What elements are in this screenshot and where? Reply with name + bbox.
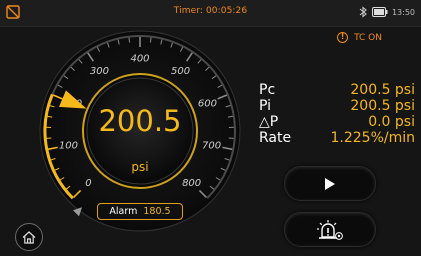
reading-value: 1.225%/min — [330, 130, 416, 146]
reading-row-pc: Pc 200.5 psi — [259, 82, 419, 98]
alarm-light-icon — [317, 219, 343, 240]
play-button[interactable] — [284, 166, 376, 201]
reading-label: Rate — [259, 130, 292, 146]
clock-text: 13:50 — [391, 7, 415, 17]
tick-label: 700 — [202, 141, 221, 152]
minor-tick — [128, 37, 131, 43]
gauge-unit: psi — [131, 160, 149, 174]
warning-circle-icon: ! — [337, 32, 349, 43]
status-icons: 13:50 — [359, 5, 415, 19]
tick-label: 800 — [182, 178, 201, 189]
reading-label: Pc — [259, 82, 276, 98]
reading-label: △P — [259, 114, 279, 130]
battery-icon — [371, 7, 388, 17]
alarm-label: Alarm — [109, 206, 138, 217]
tc-on-indicator: ! TC ON — [337, 32, 382, 43]
tc-on-label: TC ON — [354, 32, 382, 43]
reading-row-delta-p: △P 0.0 psi — [259, 114, 419, 130]
tick-label: 400 — [130, 54, 149, 65]
readings-panel: Pc 200.5 psi Pi 200.5 psi △P 0.0 psi Rat… — [259, 82, 419, 146]
reading-value: 200.5 psi — [350, 82, 415, 98]
bluetooth-icon — [359, 6, 367, 18]
alarm-value: 180.5 — [143, 206, 171, 217]
tick-label: 0 — [85, 178, 91, 189]
tick-label: 500 — [171, 66, 190, 77]
gauge-value: 200.5 — [98, 104, 182, 138]
reading-label: Pi — [259, 98, 272, 114]
tick-label: 300 — [90, 66, 109, 77]
home-button[interactable] — [15, 223, 43, 251]
reading-value: 0.0 psi — [368, 114, 415, 130]
reading-value: 200.5 psi — [350, 98, 415, 114]
minor-tick — [149, 37, 152, 43]
reading-row-rate: Rate 1.225%/min — [259, 130, 419, 146]
alarm-light-button[interactable] — [284, 212, 376, 247]
tick-label: 100 — [59, 141, 78, 152]
play-icon — [325, 177, 335, 190]
reading-row-pi: Pi 200.5 psi — [259, 98, 419, 114]
home-icon — [22, 230, 36, 244]
alarm-setpoint[interactable]: Alarm 180.5 — [97, 203, 183, 220]
tick-label: 600 — [198, 99, 217, 110]
